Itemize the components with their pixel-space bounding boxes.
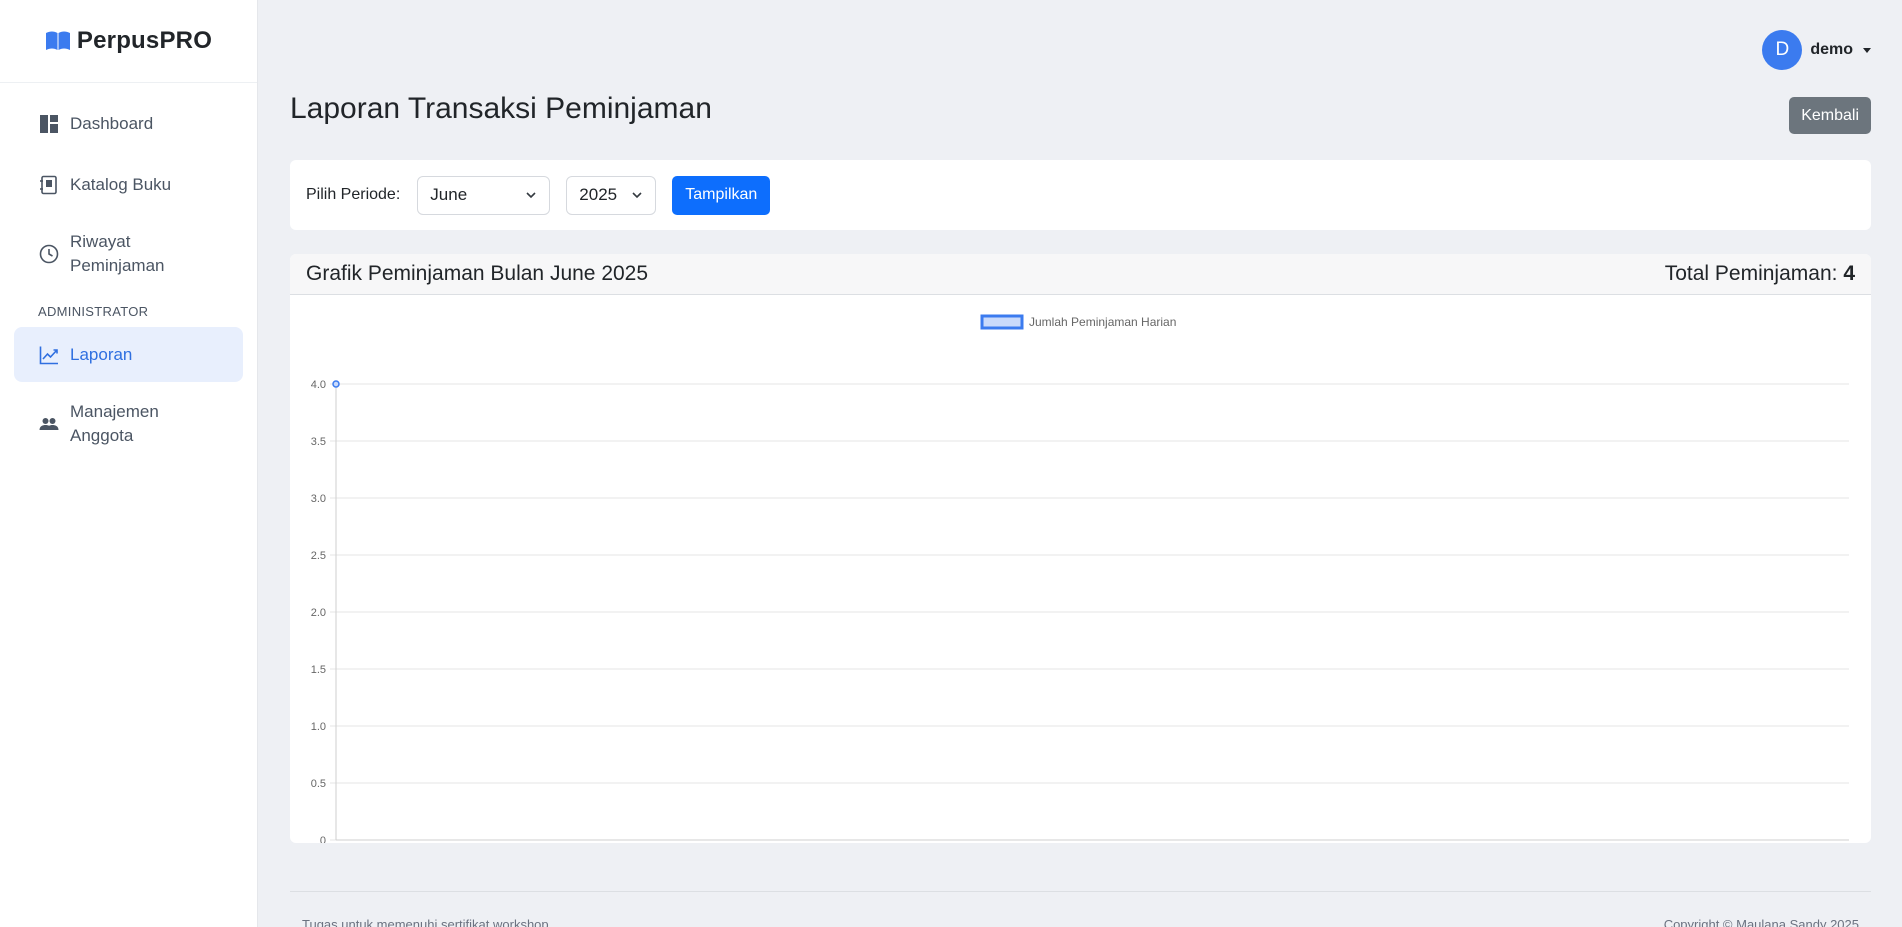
sidebar-item-label: Manajemen Anggota xyxy=(70,402,159,445)
filter-label: Pilih Periode: xyxy=(306,186,401,203)
y-tick-label: 2.5 xyxy=(311,550,326,562)
sidebar-item-label: Dashboard xyxy=(70,113,154,133)
y-tick-label: 1.0 xyxy=(311,721,326,733)
legend-swatch xyxy=(980,314,1024,330)
chart-header: Grafik Peminjaman Bulan June 2025 Total … xyxy=(290,254,1871,295)
month-select[interactable]: June xyxy=(417,175,551,215)
sidebar-item-laporan[interactable]: Laporan xyxy=(14,327,243,382)
book-open-icon xyxy=(45,30,71,52)
chart-line-icon xyxy=(38,344,60,366)
sidebar-item-riwayat-peminjaman[interactable]: Riwayat Peminjaman xyxy=(14,218,243,290)
y-tick-label: 3.0 xyxy=(311,493,326,505)
avatar: D xyxy=(1762,30,1803,70)
year-select-value: 2025 xyxy=(579,185,618,204)
y-tick-label: 0.5 xyxy=(311,778,326,790)
total-loans-value: 4 xyxy=(1843,262,1855,285)
username: demo xyxy=(1810,41,1853,58)
dashboard-icon xyxy=(38,113,60,135)
legend-label: Jumlah Peminjaman Harian xyxy=(1029,315,1176,329)
brand-name: PerpusPRO xyxy=(76,27,213,54)
sidebar-item-label: Laporan xyxy=(70,344,133,364)
sidebar-item-manajemen-anggota[interactable]: Manajemen Anggota xyxy=(14,388,243,460)
users-icon xyxy=(38,413,60,435)
footer-note: Tugas untuk memenuhi sertifikat workshop xyxy=(302,917,549,927)
sidebar: PerpusPRO Dashboard Katalog Buku Riwayat… xyxy=(0,0,258,927)
book-icon xyxy=(38,174,60,196)
year-select[interactable]: 2025 xyxy=(566,175,657,215)
sidebar-nav: Dashboard Katalog Buku Riwayat Peminjama… xyxy=(0,83,257,460)
loans-line-chart: 00.51.01.52.02.53.03.54.017 JunJumlah Pe… xyxy=(311,314,1849,843)
y-tick-label: 1.5 xyxy=(311,664,326,676)
sidebar-item-label: Riwayat Peminjaman xyxy=(70,232,165,275)
y-tick-label: 2.0 xyxy=(311,607,326,619)
filter-card: Pilih Periode: June 2025 Tampilkan xyxy=(290,160,1871,230)
user-menu[interactable]: D demo xyxy=(1762,30,1871,70)
chart-card: Grafik Peminjaman Bulan June 2025 Total … xyxy=(290,254,1871,843)
clock-icon xyxy=(38,243,60,265)
show-button[interactable]: Tampilkan xyxy=(672,175,771,215)
y-tick-label: 3.5 xyxy=(311,436,326,448)
caret-down-icon xyxy=(1863,47,1871,53)
y-tick-label: 4.0 xyxy=(311,379,326,391)
chevron-down-icon xyxy=(632,192,642,199)
page-title: Laporan Transaksi Peminjaman xyxy=(290,92,712,125)
total-loans-label: Total Peminjaman: xyxy=(1664,262,1838,285)
topbar: D demo xyxy=(258,28,1902,72)
chart-title: Grafik Peminjaman Bulan June 2025 xyxy=(306,262,649,285)
sidebar-item-katalog-buku[interactable]: Katalog Buku xyxy=(14,157,243,212)
footer: Tugas untuk memenuhi sertifikat workshop… xyxy=(290,891,1871,927)
month-select-value: June xyxy=(430,185,468,204)
data-point xyxy=(332,380,340,388)
total-loans: Total Peminjaman: 4 xyxy=(1665,262,1855,286)
brand[interactable]: PerpusPRO xyxy=(0,0,257,83)
chart-body: 00.51.01.52.02.53.03.54.017 JunJumlah Pe… xyxy=(290,295,1871,843)
back-button[interactable]: Kembali xyxy=(1789,97,1871,134)
sidebar-item-dashboard[interactable]: Dashboard xyxy=(14,96,243,151)
footer-copyright: Copyright © Maulana Sandy 2025 xyxy=(1663,917,1859,927)
sidebar-item-label: Katalog Buku xyxy=(70,174,172,194)
chevron-down-icon xyxy=(526,192,536,199)
y-tick-label: 0 xyxy=(320,835,326,843)
sidebar-section-administrator: ADMINISTRATOR xyxy=(38,304,149,319)
